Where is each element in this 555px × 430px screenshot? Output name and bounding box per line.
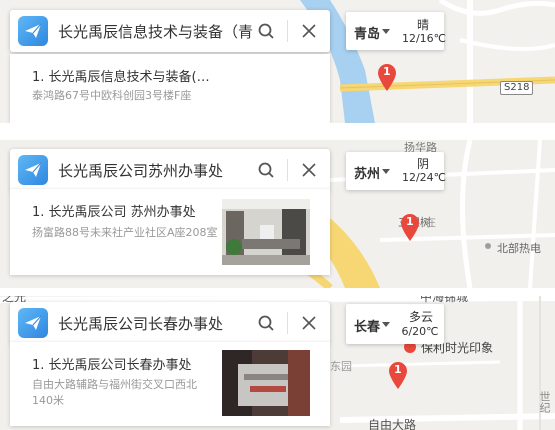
weather-condition: 晴 (416, 18, 429, 32)
weather-widget: 长春 多云 6/20℃ (346, 304, 444, 344)
search-input[interactable]: 长光禹辰公司长春办事处 (58, 313, 253, 334)
map-panel-suzhou: 扬华路 三棵树 北部热电 在 1 长光禹辰公司苏州办事处 1. 长光禹辰公司 苏… (0, 140, 555, 288)
close-icon[interactable] (296, 310, 322, 336)
search-input[interactable]: 长光禹辰信息技术与装备（青岛） (58, 21, 253, 42)
weather-temperature: 12/24℃ (401, 171, 447, 184)
city-selector[interactable]: 长春 (354, 316, 380, 335)
map-place-label: 自由大路 (368, 418, 417, 430)
weather-widget: 苏州 阴 12/24℃ (346, 152, 446, 190)
search-bar: 长光禹辰公司苏州办事处 (10, 149, 330, 191)
app-logo-icon (18, 16, 48, 46)
app-logo-icon (18, 155, 48, 185)
map-panel-changchun: 之光 中海锦城 保利时光印象 东园 自由大路 世纪 1 长光禹辰公司长春办事处 (0, 296, 555, 430)
result-address: 自由大路辅路与福州街交叉口西北140米 (32, 378, 197, 407)
city-selector[interactable]: 青岛 (354, 23, 380, 42)
divider (287, 159, 288, 181)
map-place-label: 在 (425, 216, 436, 229)
divider (287, 20, 288, 42)
result-address: 泰鸿路67号中欧科创园3号楼F座 (32, 89, 192, 102)
divider (287, 312, 288, 334)
map-marker-label: 1 (406, 215, 414, 228)
app-logo-icon (18, 308, 48, 338)
weather-temperature: 12/16℃ (401, 32, 447, 45)
result-item[interactable]: 1. 长光禹辰公司 苏州办事处 扬富路88号未来社产业社区A座208室 (10, 189, 330, 275)
chevron-down-icon[interactable] (382, 29, 390, 34)
result-item[interactable]: 1. 长光禹辰公司长春办事处 自由大路辅路与福州街交叉口西北140米 (10, 342, 330, 426)
search-input[interactable]: 长光禹辰公司苏州办事处 (58, 160, 253, 181)
map-place-label: 北部热电 (497, 242, 541, 255)
city-selector[interactable]: 苏州 (354, 163, 380, 182)
screenshot-collage: S218 1 长光禹辰信息技术与装备（青岛） 1. 长光禹辰信息技术与装备(… … (0, 0, 555, 430)
weather-widget: 青岛 晴 12/16℃ (346, 12, 446, 50)
chevron-down-icon[interactable] (382, 169, 390, 174)
search-icon[interactable] (253, 18, 279, 44)
map-place-label: 东园 (330, 360, 352, 373)
result-title[interactable]: 1. 长光禹辰公司长春办事处 (32, 354, 192, 373)
result-photo[interactable] (222, 350, 310, 416)
result-item[interactable]: 1. 长光禹辰信息技术与装备(… 泰鸿路67号中欧科创园3号楼F座 (10, 54, 330, 123)
result-list: 1. 长光禹辰信息技术与装备(… 泰鸿路67号中欧科创园3号楼F座 (10, 54, 330, 123)
search-icon[interactable] (253, 157, 279, 183)
close-icon[interactable] (296, 157, 322, 183)
chevron-down-icon[interactable] (382, 322, 390, 327)
map-panel-qingdao: S218 1 长光禹辰信息技术与装备（青岛） 1. 长光禹辰信息技术与装备(… … (0, 0, 555, 123)
result-list: 1. 长光禹辰公司长春办事处 自由大路辅路与福州街交叉口西北140米 (10, 342, 330, 426)
road-label: S218 (504, 82, 530, 93)
search-bar: 长光禹辰信息技术与装备（青岛） (10, 10, 330, 52)
search-icon[interactable] (253, 310, 279, 336)
weather-temperature: 6/20℃ (401, 325, 439, 338)
result-title[interactable]: 1. 长光禹辰信息技术与装备(… (32, 66, 210, 85)
search-bar: 长光禹辰公司长春办事处 (10, 302, 330, 344)
road-shield: S218 (500, 81, 534, 95)
map-place-label: 世纪 (538, 391, 551, 413)
close-icon[interactable] (296, 18, 322, 44)
result-list: 1. 长光禹辰公司 苏州办事处 扬富路88号未来社产业社区A座208室 (10, 189, 330, 275)
weather-condition: 多云 (408, 310, 433, 324)
weather-condition: 阴 (416, 157, 429, 171)
map-marker-label: 1 (394, 363, 402, 376)
result-photo[interactable] (222, 199, 310, 265)
map-marker-label: 1 (383, 65, 391, 78)
result-address: 扬富路88号未来社产业社区A座208室 (32, 226, 218, 239)
result-title[interactable]: 1. 长光禹辰公司 苏州办事处 (32, 201, 196, 220)
